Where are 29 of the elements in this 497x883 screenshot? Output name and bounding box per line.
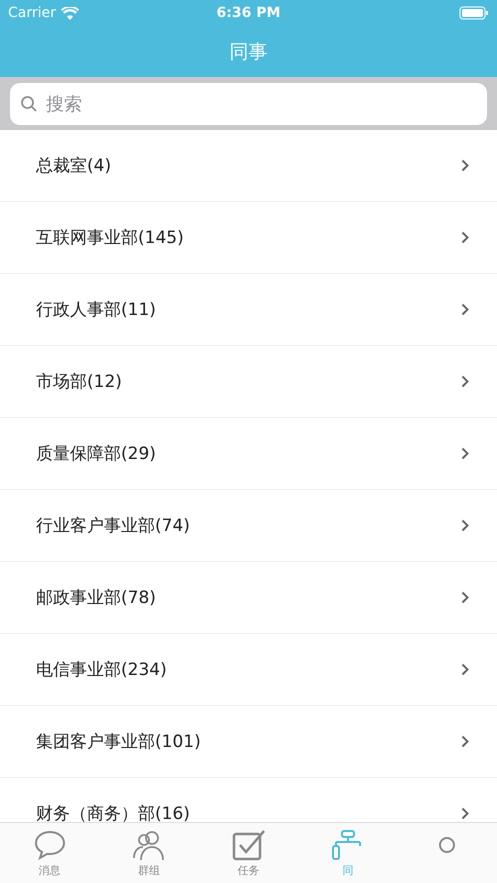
status-time: 6:36 PM: [216, 5, 280, 21]
department-row[interactable]: 行政人事部(11): [0, 274, 497, 346]
nav-title: 同事: [230, 40, 268, 64]
chevron-right-icon: [461, 663, 469, 676]
department-row[interactable]: 总裁室(4): [0, 130, 497, 202]
checkbox-icon: [232, 828, 266, 860]
chevron-right-icon: [461, 519, 469, 532]
department-row[interactable]: 集团客户事业部(101): [0, 706, 497, 778]
chevron-right-icon: [461, 375, 469, 388]
department-row[interactable]: 互联网事业部(145): [0, 202, 497, 274]
carrier-name: Carrier: [8, 5, 56, 21]
chevron-right-icon: [461, 303, 469, 316]
chevron-right-icon: [461, 807, 469, 820]
search-input[interactable]: 搜索: [44, 92, 477, 116]
chevron-right-icon: [461, 735, 469, 748]
wifi-icon: [60, 6, 79, 20]
department-row[interactable]: 行业客户事业部(74): [0, 490, 497, 562]
department-row[interactable]: 邮政事业部(78): [0, 562, 497, 634]
search-field[interactable]: 搜索: [10, 83, 487, 125]
chevron-right-icon: [461, 231, 469, 244]
department-row[interactable]: 电信事业部(234): [0, 634, 497, 706]
department-row[interactable]: 质量保障部(29): [0, 418, 497, 490]
chevron-right-icon: [461, 591, 469, 604]
chat-bubble-icon: [32, 828, 67, 860]
department-row[interactable]: 市场部(12): [0, 346, 497, 418]
chevron-right-icon: [461, 447, 469, 460]
search-icon: [20, 95, 38, 113]
battery-icon: [459, 6, 489, 20]
chevron-right-icon: [461, 159, 469, 172]
